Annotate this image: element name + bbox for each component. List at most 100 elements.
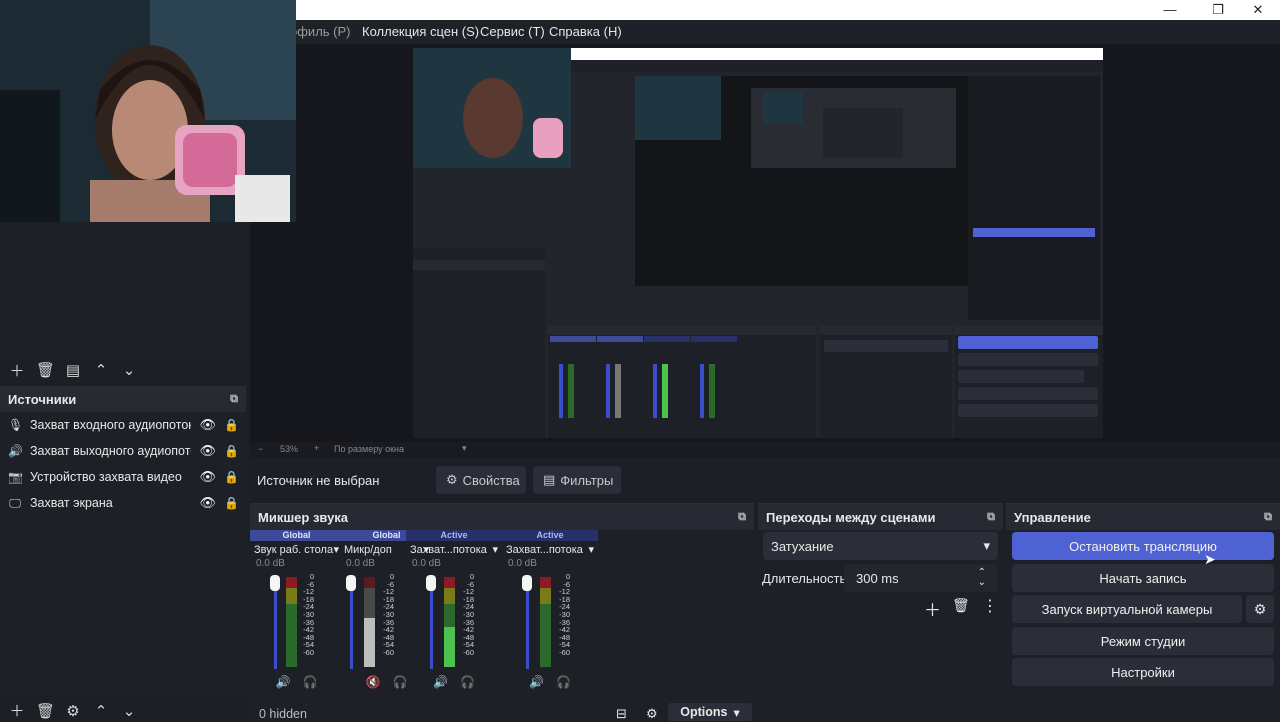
meter-scale: 0 -6 -12 -18 -24 -30 -36 -42 -48 -54 -60 — [296, 573, 314, 657]
volume-fader-thumb[interactable] — [522, 575, 532, 591]
remove-transition-icon[interactable]: 🗑 — [952, 597, 970, 614]
virtual-camera-settings-gear-icon[interactable]: ⚙ — [1246, 595, 1274, 623]
channel-name-dropdown[interactable]: Звук раб. стола ▾ — [250, 541, 343, 557]
properties-button[interactable]: ⚙ Свойства — [436, 466, 526, 494]
undock-icon[interactable]: ⧉ — [738, 511, 746, 524]
more-options-icon[interactable]: ⋮ — [982, 596, 998, 616]
lock-icon[interactable]: 🔒 — [224, 470, 239, 484]
duration-input[interactable]: 300 ms ⌃ ⌄ — [844, 564, 998, 592]
channel-tag: Active — [502, 530, 598, 541]
volume-fader-thumb[interactable] — [426, 575, 436, 591]
spinner-arrows-icon[interactable]: ⌃ ⌄ — [978, 568, 986, 588]
volume-meter: 0 -6 -12 -18 -24 -30 -36 -42 -48 -54 -60 — [502, 573, 598, 669]
headphones-icon[interactable]: 🎧 — [303, 675, 318, 689]
studio-mode-button[interactable]: Режим студии — [1012, 627, 1274, 655]
add-scene-icon[interactable]: ＋ — [8, 360, 26, 381]
webcam-overlay — [0, 0, 296, 222]
duration-label: Длительность — [762, 571, 847, 586]
visibility-eye-icon[interactable]: 👁 — [199, 495, 216, 511]
channel-name-dropdown[interactable]: Захват...потока ▾ — [502, 541, 598, 557]
preview-canvas — [413, 48, 1103, 438]
source-label: Устройство захвата видео — [30, 470, 182, 484]
visibility-eye-icon[interactable]: 👁 — [199, 469, 216, 485]
chevron-down-icon: ▾ — [983, 538, 990, 553]
chevron-down-icon[interactable]: ▾ — [462, 443, 467, 454]
chevron-down-icon: ▾ — [733, 705, 740, 720]
menu-tools[interactable]: Сервис (T) — [480, 24, 545, 39]
speaker-icon[interactable]: 🔊 — [529, 675, 544, 689]
sources-toolbar: ＋ 🗑 ⚙ ⌃ ⌄ — [0, 700, 246, 721]
level-meter — [540, 577, 551, 667]
remove-scene-icon[interactable]: 🗑 — [36, 361, 55, 379]
visibility-eye-icon[interactable]: 👁 — [199, 443, 216, 459]
zoom-in-button[interactable]: + — [314, 443, 319, 453]
volume-fader-thumb[interactable] — [346, 575, 356, 591]
mixer-channel: Active Захват...потока ▾ 0.0 dB 0 -6 -12 -18… — [502, 530, 598, 698]
lock-icon[interactable]: 🔒 — [224, 418, 239, 432]
channel-name: Захват...потока — [410, 543, 487, 556]
options-button[interactable]: Options ▾ — [668, 703, 752, 721]
source-settings-icon[interactable]: ⚙ — [64, 702, 82, 720]
volume-meter: 0 -6 -12 -18 -24 -30 -36 -42 -48 -54 -60 — [250, 573, 343, 669]
volume-meter: 0 -6 -12 -18 -24 -30 -36 -42 -48 -54 -60 — [406, 573, 502, 669]
undock-icon[interactable]: ⧉ — [987, 511, 995, 524]
hidden-count: 0 hidden — [259, 707, 307, 721]
lock-icon[interactable]: 🔒 — [224, 496, 239, 510]
meter-fill — [444, 626, 455, 667]
start-virtual-camera-button[interactable]: Запуск виртуальной камеры — [1012, 595, 1242, 623]
speaker-icon[interactable]: 🔊 — [276, 675, 291, 689]
scale-text: -60 — [383, 647, 394, 657]
chevron-down-icon: ▾ — [492, 544, 498, 556]
muted-speaker-icon[interactable]: 🔇 — [366, 675, 381, 689]
channel-db: 0.0 dB — [412, 558, 441, 569]
controls-dock: Управление ⧉ Остановить трансляцию Начат… — [1006, 503, 1280, 720]
menu-help[interactable]: Справка (H) — [549, 24, 622, 39]
maximize-button[interactable]: ❐ — [1198, 0, 1238, 20]
zoom-mode[interactable]: По размеру окна — [334, 444, 404, 454]
channel-tag: Global — [250, 530, 343, 541]
headphones-icon[interactable]: 🎧 — [460, 675, 475, 689]
lock-icon[interactable]: 🔒 — [224, 444, 239, 458]
chevron-down-icon: ▾ — [588, 544, 594, 556]
duration-value: 300 ms — [856, 570, 899, 586]
source-item[interactable]: 🎙 Захват входного аудиопотока 👁 🔒 — [0, 412, 246, 438]
transition-select[interactable]: Затухание ▾ — [763, 532, 998, 560]
speaker-icon[interactable]: 🔊 — [433, 675, 448, 689]
visibility-eye-icon[interactable]: 👁 — [199, 417, 216, 433]
start-recording-button[interactable]: Начать запись — [1012, 564, 1274, 592]
filters-icon[interactable]: ▤ — [64, 361, 82, 379]
channel-name-dropdown[interactable]: Захват...потока ▾ — [406, 541, 502, 557]
undock-icon[interactable]: ⧉ — [1264, 511, 1272, 524]
minimize-button[interactable]: — — [1150, 0, 1190, 20]
transitions-header: Переходы между сценами ⧉ — [758, 504, 1003, 530]
filters-button[interactable]: ▤ Фильтры — [533, 466, 621, 494]
remove-source-icon[interactable]: 🗑 — [36, 702, 55, 720]
menu-profile[interactable]: офиль (P) — [290, 24, 351, 39]
scenes-panel — [0, 222, 246, 358]
settings-button[interactable]: Настройки — [1012, 658, 1274, 686]
undock-icon[interactable]: ⧉ — [230, 393, 238, 406]
stop-streaming-button[interactable]: Остановить трансляцию — [1012, 532, 1274, 560]
volume-fader-thumb[interactable] — [270, 575, 280, 591]
headphones-icon[interactable]: 🎧 — [556, 675, 571, 689]
sources-dock: Источники ⧉ 🎙 Захват входного аудиопоток… — [0, 386, 246, 696]
close-button[interactable]: ✕ — [1238, 0, 1278, 20]
add-source-icon[interactable]: ＋ — [8, 700, 26, 721]
source-toolbar: Источник не выбран ⚙ Свойства ▤ Фильтры — [250, 460, 1280, 500]
move-down-icon[interactable]: ⌄ — [120, 702, 138, 720]
zoom-out-button[interactable]: − — [258, 444, 263, 454]
filters-icon: ▤ — [543, 472, 556, 487]
move-down-icon[interactable]: ⌄ — [120, 361, 138, 379]
source-item[interactable]: 🔊 Захват выходного аудиопотока 👁 🔒 — [0, 438, 246, 464]
meter-fill — [364, 617, 375, 667]
menu-scene-collection[interactable]: Коллекция сцен (S) — [362, 24, 479, 39]
source-item[interactable]: 📷 Устройство захвата видео 👁 🔒 — [0, 464, 246, 490]
transition-selected: Затухание — [771, 538, 834, 554]
move-up-icon[interactable]: ⌃ — [92, 702, 110, 720]
mixer-header: Микшер звука ⧉ — [250, 504, 754, 530]
add-transition-icon[interactable]: ＋ — [924, 596, 941, 621]
audio-mixer-dock: Микшер звука ⧉ Global Звук раб. стола ▾ 0… — [250, 503, 754, 721]
move-up-icon[interactable]: ⌃ — [92, 361, 110, 379]
controls-header: Управление ⧉ — [1006, 504, 1280, 530]
source-item[interactable]: 🖵 Захват экрана 👁 🔒 — [0, 490, 246, 516]
